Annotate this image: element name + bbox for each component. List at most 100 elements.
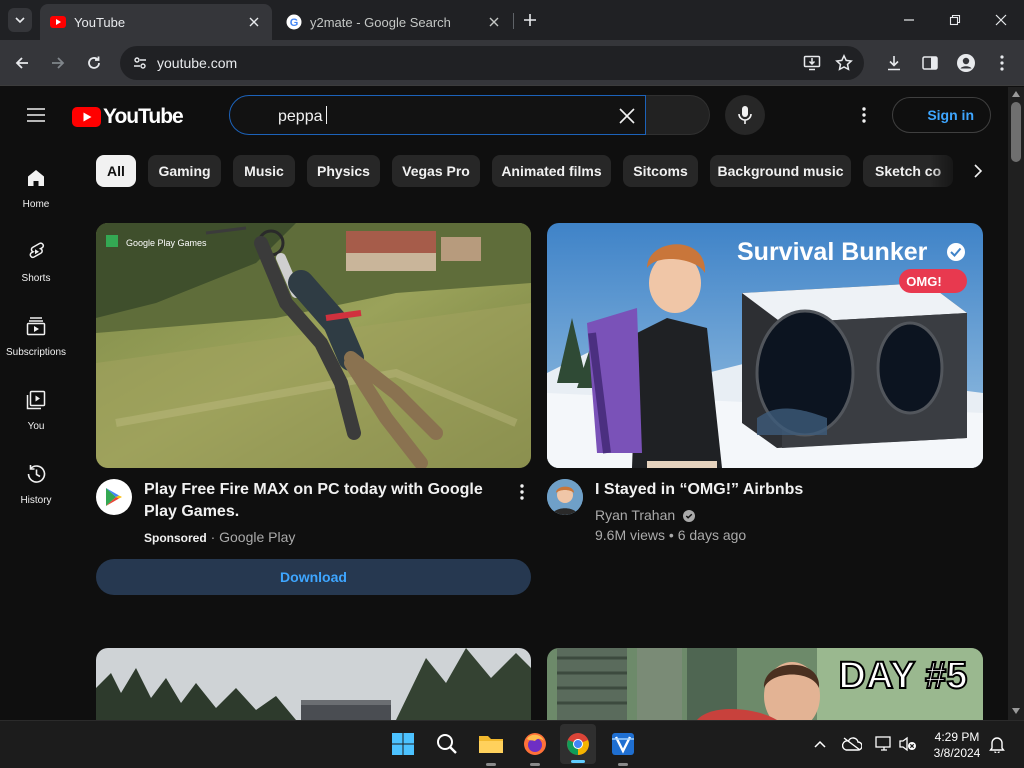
reload-button[interactable] [82, 51, 106, 75]
speaker-muted-icon [899, 736, 916, 752]
downloads-button[interactable] [882, 51, 906, 75]
search-input[interactable]: peppa [229, 95, 646, 135]
forest-thumbnail-image [96, 648, 531, 720]
settings-more-button[interactable] [852, 103, 876, 127]
chip-label: Background music [717, 163, 844, 179]
voice-search-button[interactable] [725, 95, 765, 135]
sign-in-button[interactable]: Sign in [892, 97, 991, 133]
chip-gaming[interactable]: Gaming [148, 155, 221, 187]
movie-editor-button[interactable] [609, 730, 637, 766]
chrome-taskbar-button[interactable] [560, 724, 596, 764]
forward-button[interactable] [46, 51, 70, 75]
chip-sitcoms[interactable]: Sitcoms [623, 155, 698, 187]
microphone-icon [738, 106, 752, 124]
guide-label: You [27, 421, 45, 432]
chip-label: Animated films [501, 163, 602, 179]
onedrive-tray-button[interactable] [842, 734, 862, 754]
restore-button[interactable] [943, 8, 967, 32]
verified-check-icon [683, 510, 696, 522]
windows-logo-icon [392, 733, 414, 755]
install-app-button[interactable] [800, 51, 824, 75]
bell-icon [989, 737, 1005, 753]
cloud-offline-icon [842, 737, 862, 751]
clear-search-button[interactable] [613, 102, 641, 130]
chip-vegas-pro[interactable]: Vegas Pro [392, 155, 480, 187]
tab-divider [513, 13, 514, 29]
back-button[interactable] [10, 51, 34, 75]
scrollbar-thumb[interactable] [1011, 102, 1021, 162]
close-window-button[interactable] [989, 8, 1013, 32]
scroll-down-arrow-icon [1012, 708, 1020, 714]
guide-item-history[interactable]: History [0, 456, 72, 528]
start-button[interactable] [389, 730, 417, 758]
network-tray-button[interactable] [874, 734, 894, 754]
taskbar-clock[interactable]: 4:29 PM 3/8/2024 [926, 729, 988, 761]
video-thumbnail[interactable]: Google Play Games [96, 223, 531, 468]
guide-menu-button[interactable] [24, 103, 48, 127]
tab-youtube[interactable]: YouTube [40, 4, 272, 40]
text-caret [325, 106, 327, 124]
ad-menu-button[interactable] [514, 482, 530, 502]
upload-age: 6 days ago [677, 527, 747, 543]
guide-item-home[interactable]: Home [0, 160, 72, 232]
tab-google-search[interactable]: G y2mate - Google Search [276, 4, 512, 40]
google-play-avatar[interactable] [96, 479, 132, 515]
guide-item-subscriptions[interactable]: Subscriptions [0, 308, 72, 380]
address-bar[interactable]: youtube.com [120, 46, 864, 80]
chip-background-music[interactable]: Background music [710, 155, 851, 187]
tune-icon [134, 57, 146, 69]
channel-name[interactable]: Ryan Trahan [595, 507, 675, 523]
svg-text:G: G [290, 17, 299, 29]
survival-bunker-thumbnail-image: Survival Bunker OMG! [547, 223, 983, 468]
taskbar-search-button[interactable] [433, 730, 461, 758]
volume-tray-button[interactable] [898, 734, 918, 754]
video-thumbnail[interactable]: Survival Bunker OMG! [547, 223, 983, 468]
file-explorer-button[interactable] [477, 730, 505, 766]
minimize-button[interactable] [897, 8, 921, 32]
side-panel-icon [922, 56, 938, 70]
bookmark-button[interactable] [832, 51, 856, 75]
channel-avatar[interactable] [547, 479, 583, 515]
video-stats: 9.6M views • 6 days ago [595, 525, 746, 545]
firefox-button[interactable] [521, 730, 549, 766]
chip-physics[interactable]: Physics [307, 155, 380, 187]
guide-label: Shorts [21, 273, 51, 284]
browser-tab-strip: YouTube G y2mate - Google Search [0, 0, 1024, 40]
video-title[interactable]: I Stayed in “OMG!” Airbnbs [595, 479, 975, 501]
google-play-games-badge: Google Play Games [126, 238, 207, 248]
day-5-thumbnail-image: DAY #5 [547, 648, 983, 720]
search-query-text: peppa [278, 106, 327, 126]
site-info-button[interactable] [128, 51, 152, 75]
clock-time: 4:29 PM [934, 730, 980, 744]
notifications-button[interactable] [987, 734, 1007, 754]
search-button[interactable] [646, 95, 710, 135]
tab-search-button[interactable] [8, 8, 32, 32]
ad-meta: Sponsored · Google Play [144, 527, 295, 548]
chips-next-button[interactable] [966, 159, 990, 183]
new-tab-button[interactable] [520, 10, 540, 30]
advertiser-name[interactable]: Google Play [219, 529, 295, 545]
profile-button[interactable] [954, 51, 978, 75]
free-fire-thumbnail-image: Google Play Games [96, 223, 531, 468]
page-scrollbar[interactable] [1008, 87, 1024, 720]
guide-item-you[interactable]: You [0, 382, 72, 454]
chevron-down-icon [15, 17, 25, 24]
show-hidden-icons-button[interactable] [810, 734, 830, 754]
chip-music[interactable]: Music [233, 155, 295, 187]
chip-animated-films[interactable]: Animated films [492, 155, 611, 187]
video-thumbnail[interactable]: DAY #5 [547, 648, 983, 720]
youtube-logo[interactable]: YouTube [72, 105, 184, 129]
download-button[interactable]: Download [96, 559, 531, 595]
chrome-menu-button[interactable] [990, 51, 1014, 75]
google-play-logo-icon [106, 488, 122, 506]
close-tab-icon[interactable] [486, 14, 502, 30]
video-thumbnail[interactable] [96, 648, 531, 720]
close-icon [995, 14, 1007, 26]
chip-all[interactable]: All [96, 155, 136, 187]
guide-item-shorts[interactable]: Shorts [0, 234, 72, 306]
history-icon [24, 462, 48, 486]
video-title[interactable]: Play Free Fire MAX on PC today with Goog… [144, 479, 504, 523]
youtube-masthead: YouTube peppa Sign in [0, 87, 1008, 143]
side-panel-button[interactable] [918, 51, 942, 75]
close-tab-icon[interactable] [246, 14, 262, 30]
